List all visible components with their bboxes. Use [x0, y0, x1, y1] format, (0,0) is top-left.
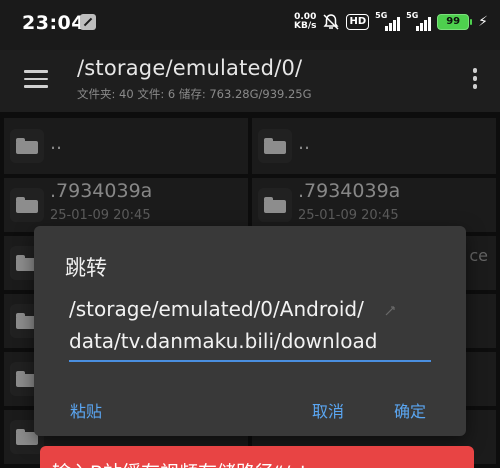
current-path: /storage/emulated/0/ [77, 56, 303, 80]
path-input-line: /storage/emulated/0/Android/ [69, 297, 364, 321]
signal-icon: 5G [406, 11, 432, 31]
battery-icon: 99 [437, 14, 473, 30]
cancel-button[interactable]: 取消 [312, 398, 344, 422]
mute-bell-icon [322, 13, 340, 31]
more-options-icon[interactable] [472, 68, 478, 92]
storage-summary: 文件夹: 40 文件: 6 储存: 763.28G/939.25G [77, 87, 312, 101]
charging-icon: ⚡ [478, 14, 488, 30]
ok-button[interactable]: 确定 [394, 398, 426, 422]
status-bar: 23:04 0.00 KB/s HD 5G 5G 99 ⚡ [0, 0, 500, 50]
goto-dialog: 跳转 /storage/emulated/0/Android/ data/tv.… [34, 226, 466, 436]
input-underline [69, 360, 431, 362]
path-input[interactable]: /storage/emulated/0/Android/ data/tv.dan… [69, 293, 431, 357]
menu-icon[interactable] [24, 70, 48, 88]
app-bar: /storage/emulated/0/ 文件夹: 40 文件: 6 储存: 7… [0, 50, 500, 112]
wrench-icon [80, 14, 96, 30]
path-input-line: data/tv.danmaku.bili/download [69, 329, 378, 353]
hd-badge: HD [346, 14, 370, 30]
clear-icon[interactable] [384, 305, 396, 317]
signal-icon: 5G [375, 11, 401, 31]
status-icons: 0.00 KB/s HD 5G 5G 99 ⚡ [294, 11, 488, 31]
network-speed: 0.00 KB/s [294, 12, 317, 31]
dialog-title: 跳转 [65, 256, 107, 280]
paste-button[interactable]: 粘贴 [70, 398, 102, 422]
clock: 23:04 [22, 12, 85, 34]
